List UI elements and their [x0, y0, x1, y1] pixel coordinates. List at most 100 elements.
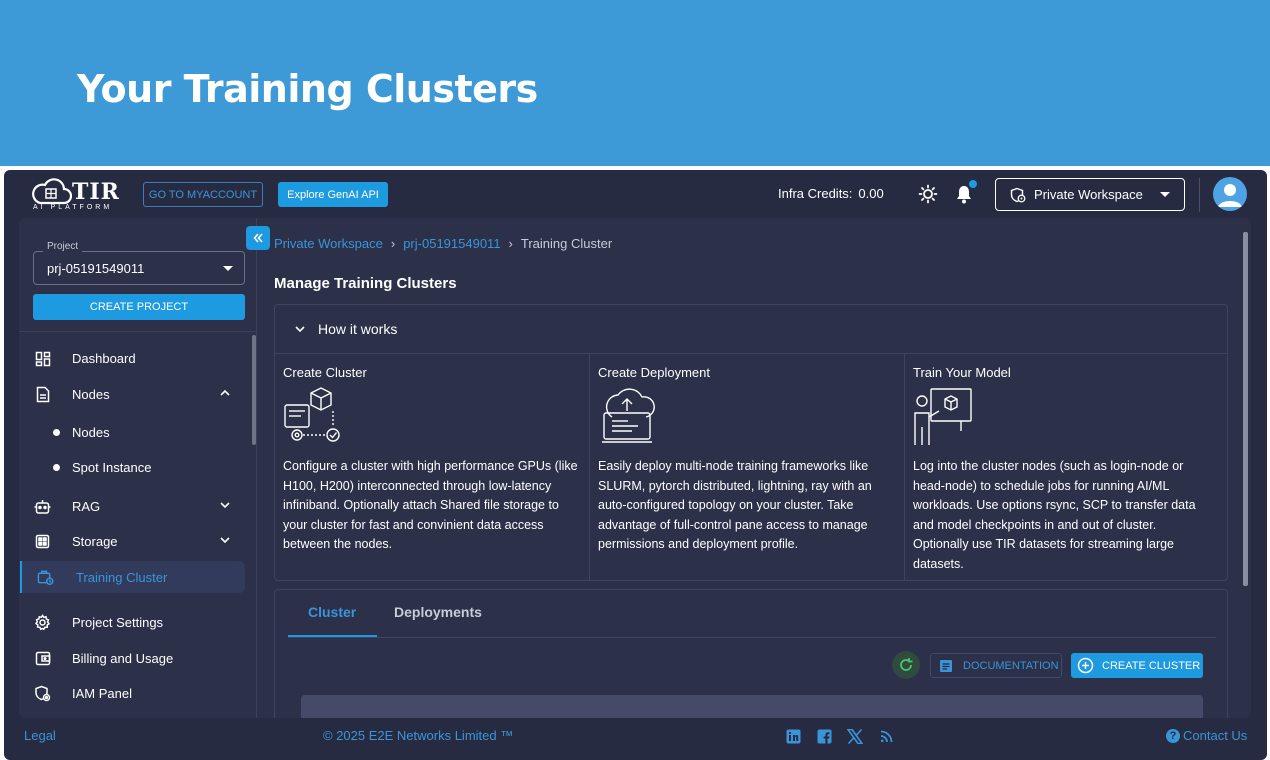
- breadcrumb-separator: ›: [390, 236, 396, 251]
- caret-down-icon: [1160, 192, 1170, 197]
- sidebar-item-label: Storage: [72, 533, 118, 549]
- logo-subtext: AI PLATFORM: [33, 204, 113, 211]
- documentation-label: DOCUMENTATION: [963, 659, 1059, 672]
- how-it-works-label: How it works: [318, 321, 398, 337]
- robot-icon: [34, 498, 51, 515]
- active-tab-indicator: [288, 635, 377, 637]
- how-it-works-toggle[interactable]: How it works: [275, 305, 1227, 354]
- step-create-deployment: Create Deployment Easily deploy multi-no…: [590, 354, 905, 580]
- sidebar-item-billing[interactable]: Billing and Usage: [19, 642, 245, 674]
- rss-icon[interactable]: [877, 727, 895, 745]
- go-to-myaccount-button[interactable]: GO TO MYACCOUNT: [143, 182, 263, 207]
- banner-title: Your Training Clusters: [77, 67, 538, 111]
- gear-icon: [34, 614, 51, 631]
- cloud-deploy-illustration-icon: [602, 388, 655, 443]
- chevron-down-icon: [220, 537, 230, 544]
- refresh-button[interactable]: [892, 651, 920, 679]
- create-cluster-label: CREATE CLUSTER: [1102, 659, 1201, 672]
- step-title: Create Cluster: [283, 365, 367, 380]
- sidebar-item-label: Project Settings: [72, 614, 164, 630]
- avatar[interactable]: [1213, 177, 1247, 211]
- avatar-icon: [1218, 184, 1242, 207]
- step-description: Log into the cluster nodes (such as logi…: [913, 459, 1196, 571]
- content-panel: prj-05191549011 Project CREATE PROJECT D…: [19, 218, 1251, 718]
- breadcrumb-project[interactable]: prj-05191549011: [403, 236, 500, 251]
- tabs-divider: [288, 637, 1216, 638]
- sidebar-item-project-settings[interactable]: Project Settings: [19, 606, 245, 638]
- breadcrumb-current: Training Cluster: [520, 236, 613, 251]
- sidebar-scrollbar[interactable]: [252, 335, 256, 445]
- cloud-logo-icon: [32, 178, 72, 205]
- wallet-icon: [34, 650, 51, 667]
- step-title: Create Deployment: [598, 365, 710, 380]
- sidebar-item-label: Spot Instance: [72, 459, 152, 475]
- workspace-select-value: Private Workspace: [1034, 187, 1143, 202]
- step-description: Configure a cluster with high performanc…: [283, 459, 578, 551]
- shield-icon: [34, 685, 51, 702]
- sidebar-subitem-spot-instance[interactable]: Spot Instance: [19, 451, 245, 483]
- facebook-icon[interactable]: [815, 727, 833, 745]
- notification-dot: [969, 180, 977, 188]
- document-icon: [939, 659, 953, 673]
- legal-link[interactable]: Legal: [24, 728, 56, 743]
- sidebar-item-nodes[interactable]: Nodes: [19, 378, 245, 410]
- page-banner: Your Training Clusters: [0, 0, 1270, 166]
- credits-value: 0.00: [858, 186, 884, 201]
- project-select[interactable]: prj-05191549011: [33, 251, 245, 285]
- training-cluster-icon: [37, 569, 54, 586]
- chevron-down-icon: [294, 323, 306, 335]
- social-links: [784, 727, 895, 745]
- topbar-divider: [1199, 178, 1200, 212]
- sidebar-item-label: IAM Panel: [72, 685, 132, 701]
- main-content: Private Workspace › prj-05191549011 › Tr…: [258, 218, 1251, 718]
- cluster-tabs-card: Cluster Deployments DOCUMENTATION CREATE…: [274, 589, 1228, 718]
- sidebar-item-training-cluster[interactable]: Training Cluster: [20, 561, 245, 593]
- logo-text: TIR: [72, 179, 120, 205]
- infra-credits: Infra Credits: 0.00: [778, 186, 884, 201]
- x-icon[interactable]: [846, 727, 864, 745]
- help-icon: ?: [1166, 728, 1180, 743]
- tab-deployments[interactable]: Deployments: [394, 604, 482, 620]
- breadcrumb-workspace[interactable]: Private Workspace: [274, 236, 383, 251]
- tab-cluster[interactable]: Cluster: [308, 604, 356, 620]
- main-scrollbar[interactable]: [1243, 232, 1248, 586]
- bullet-icon: [53, 429, 60, 436]
- caret-down-icon: [223, 266, 233, 271]
- breadcrumb: Private Workspace › prj-05191549011 › Tr…: [274, 236, 612, 251]
- sidebar-divider: [19, 331, 257, 332]
- breadcrumb-separator: ›: [508, 236, 513, 251]
- workspace-select[interactable]: Private Workspace: [995, 178, 1185, 211]
- presenter-illustration-icon: [914, 388, 972, 445]
- sidebar-item-dashboard[interactable]: Dashboard: [19, 342, 245, 374]
- step-description: Easily deploy multi-node training framew…: [598, 459, 872, 551]
- credits-label: Infra Credits:: [778, 186, 853, 201]
- sidebar-item-label: Nodes: [72, 424, 110, 440]
- dashboard-icon: [34, 350, 51, 367]
- sidebar-item-label: Training Cluster: [76, 569, 168, 585]
- sun-icon[interactable]: [918, 184, 938, 204]
- sidebar-item-rag[interactable]: RAG: [19, 490, 245, 522]
- create-project-button[interactable]: CREATE PROJECT: [33, 294, 245, 320]
- contact-us-label: Contact Us: [1183, 728, 1248, 743]
- linkedin-icon[interactable]: [784, 727, 802, 745]
- project-select-value: prj-05191549011: [47, 261, 145, 276]
- sidebar-subitem-nodes[interactable]: Nodes: [19, 416, 245, 448]
- project-select-label: Project: [43, 241, 83, 252]
- workspace-icon: [1010, 187, 1026, 203]
- explore-genai-button[interactable]: Explore GenAI API: [278, 182, 388, 207]
- sidebar-item-iam[interactable]: IAM Panel: [19, 677, 245, 709]
- bullet-icon: [53, 464, 60, 471]
- step-create-cluster: Create Cluster Configure a cluster with …: [275, 354, 590, 580]
- sidebar-item-storage[interactable]: Storage: [19, 525, 245, 557]
- top-bar: TIR AI PLATFORM GO TO MYACCOUNT Explore …: [4, 170, 1267, 218]
- create-cluster-button[interactable]: CREATE CLUSTER: [1071, 653, 1203, 678]
- tir-logo[interactable]: TIR AI PLATFORM: [30, 177, 130, 213]
- sidebar-item-label: Dashboard: [72, 350, 136, 366]
- contact-us-link[interactable]: ? Contact Us: [1166, 728, 1247, 743]
- documentation-button[interactable]: DOCUMENTATION: [930, 653, 1062, 678]
- step-train-model: Train Your Model Log into the cluster no…: [905, 354, 1227, 580]
- cluster-illustration-icon: [284, 387, 340, 442]
- chevron-down-icon: [220, 502, 230, 509]
- chevron-up-icon: [220, 389, 230, 396]
- sidebar-item-label: Billing and Usage: [72, 650, 174, 666]
